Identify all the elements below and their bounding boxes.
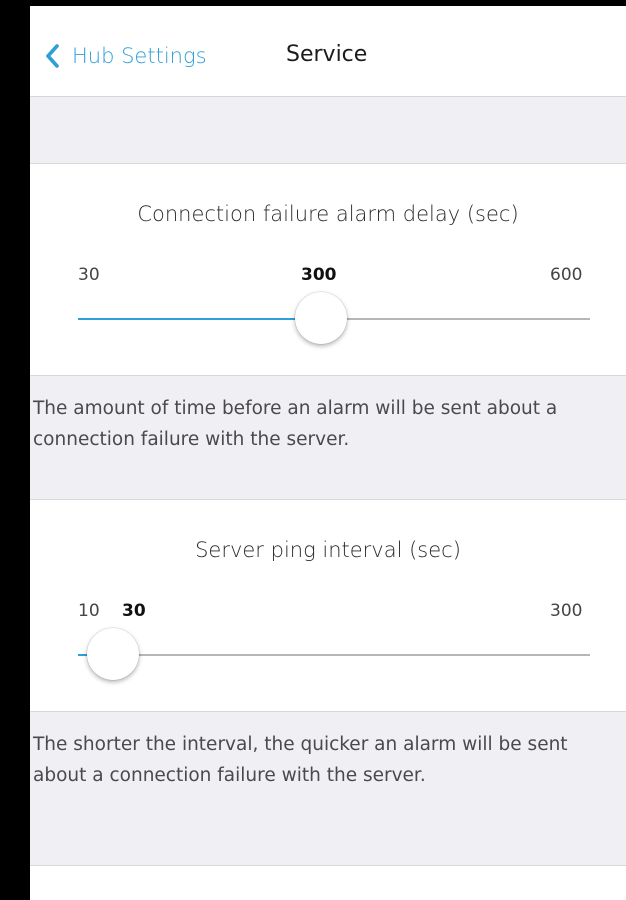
alarm-delay-value-label: 300 xyxy=(301,265,337,285)
alarm-delay-slider-fill xyxy=(78,318,321,320)
ping-interval-slider-track[interactable] xyxy=(78,654,590,656)
alarm-delay-title: Connection failure alarm delay (sec) xyxy=(137,202,519,226)
alarm-delay-max-label: 600 xyxy=(550,265,583,285)
service-screen: Hub Settings Service Connection failure … xyxy=(30,6,626,900)
ping-interval-slider-thumb[interactable] xyxy=(87,628,140,680)
chevron-left-icon xyxy=(46,44,59,68)
ping-interval-value-label: 30 xyxy=(122,601,146,621)
alarm-delay-min-label: 30 xyxy=(78,265,100,285)
group-spacer xyxy=(30,97,626,164)
back-label: Hub Settings xyxy=(72,44,207,68)
back-button[interactable]: Hub Settings xyxy=(45,36,207,76)
ping-interval-min-label: 10 xyxy=(78,601,100,621)
ping-interval-description-section: The shorter the interval, the quicker an… xyxy=(30,712,626,866)
page-title: Service xyxy=(286,42,368,67)
navigation-bar: Hub Settings Service xyxy=(30,6,626,97)
alarm-delay-section: Connection failure alarm delay (sec) 30 … xyxy=(30,164,626,376)
alarm-delay-description: The amount of time before an alarm will … xyxy=(33,398,558,450)
ping-interval-section: Server ping interval (sec) 10 30 300 xyxy=(30,500,626,712)
alarm-delay-description-section: The amount of time before an alarm will … xyxy=(30,376,626,500)
ping-interval-max-label: 300 xyxy=(550,601,583,621)
bottom-section xyxy=(30,866,626,900)
ping-interval-description: The shorter the interval, the quicker an… xyxy=(33,734,568,786)
ping-interval-title: Server ping interval (sec) xyxy=(195,538,461,562)
screen: Hub Settings Service Connection failure … xyxy=(0,0,626,900)
alarm-delay-slider-thumb[interactable] xyxy=(294,292,347,344)
